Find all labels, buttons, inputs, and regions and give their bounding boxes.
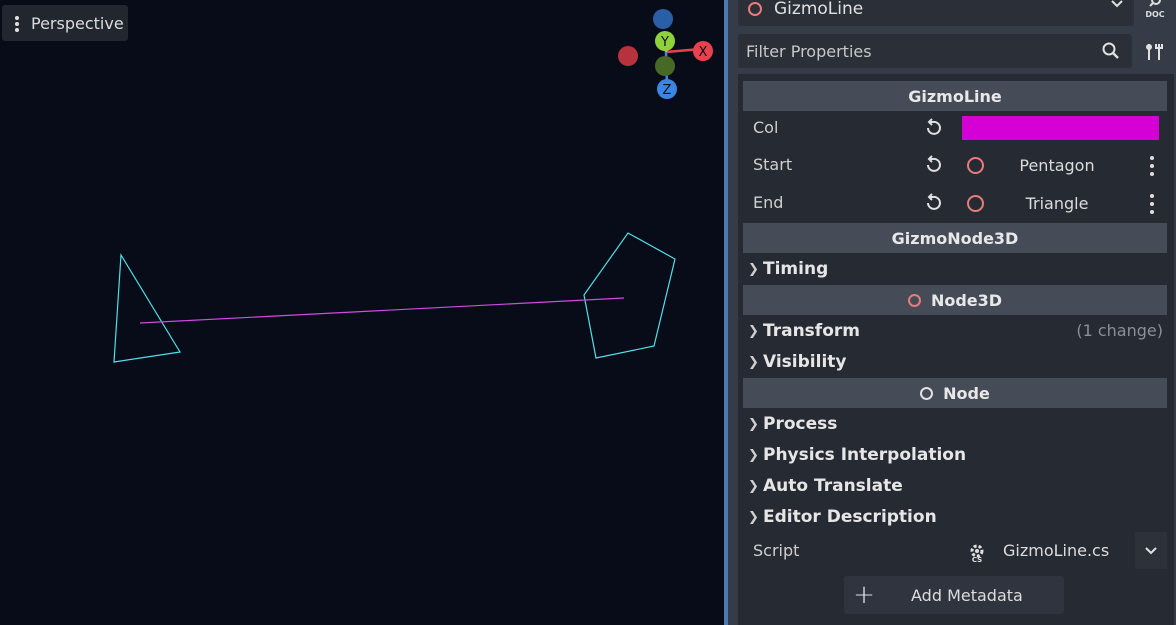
triangle-gizmo [113, 253, 181, 363]
chevron-right-icon: ❯ [748, 509, 759, 525]
end-value: Triangle [1025, 194, 1089, 213]
transform-change-count: (1 change) [1076, 321, 1163, 340]
selected-node-name: GizmoLine [774, 0, 864, 19]
group-editor-description[interactable]: ❯ Editor Description [743, 502, 1167, 532]
section-node3d-title: Node3D [930, 290, 1003, 310]
3d-viewport[interactable]: Y X Z Perspective [0, 0, 724, 625]
plus-icon: + [853, 580, 875, 610]
doc-label: DOC [1145, 10, 1164, 19]
neg-z-axis-handle [653, 9, 673, 29]
start-label: Start [753, 155, 793, 174]
property-end: End Triangle [743, 185, 1167, 221]
add-metadata-label: Add Metadata [911, 585, 1023, 605]
neg-y-axis-handle [655, 56, 675, 76]
revert-icon[interactable] [923, 118, 943, 138]
section-gizmonode3d-title: GizmoNode3D [891, 228, 1019, 248]
group-transform[interactable]: ❯ Transform (1 change) [743, 316, 1167, 346]
group-auto-translate[interactable]: ❯ Auto Translate [743, 471, 1167, 501]
section-gizmoline: GizmoLine [743, 81, 1167, 111]
section-gizmoline-title: GizmoLine [908, 86, 1002, 106]
group-process-label: Process [763, 414, 838, 434]
orientation-gizmo[interactable]: Y X Z [618, 9, 713, 99]
property-script: Script CS GizmoLine.cs [743, 531, 1167, 571]
chevron-right-icon: ❯ [748, 416, 759, 432]
section-node: Node [743, 378, 1167, 408]
end-label: End [753, 193, 784, 212]
group-process[interactable]: ❯ Process [743, 409, 1167, 439]
section-node3d: Node3D [743, 285, 1167, 315]
kebab-menu-icon [2, 5, 30, 41]
chevron-right-icon: ❯ [748, 478, 759, 494]
inspector-dock: GizmoLine DOC GizmoLine [736, 0, 1176, 625]
section-node-title: Node [943, 383, 990, 403]
perspective-menu-button[interactable]: Perspective [2, 5, 128, 41]
filter-properties-input[interactable] [746, 41, 1086, 61]
revert-icon[interactable] [923, 155, 943, 175]
node3d-icon [907, 293, 921, 307]
pentagon-gizmo [583, 232, 676, 359]
start-node-picker[interactable]: Pentagon [957, 149, 1167, 182]
script-dropdown-button[interactable] [1135, 532, 1167, 569]
property-tools-icon[interactable] [1140, 38, 1168, 66]
col-color-picker[interactable] [962, 116, 1159, 140]
filter-properties-field[interactable] [738, 34, 1132, 68]
chevron-right-icon: ❯ [748, 261, 759, 277]
property-col: Col [743, 110, 1167, 146]
group-physics-interpolation[interactable]: ❯ Physics Interpolation [743, 440, 1167, 470]
properties-panel: GizmoLine Col Start Pentagon End Triangl… [738, 74, 1174, 625]
kebab-menu-icon[interactable] [1149, 193, 1155, 215]
gizmo-line [139, 297, 625, 324]
chevron-right-icon: ❯ [748, 354, 759, 370]
start-value: Pentagon [1019, 156, 1095, 175]
chevron-right-icon: ❯ [748, 323, 759, 339]
group-visibility-label: Visibility [763, 352, 847, 372]
perspective-label: Perspective [31, 13, 124, 33]
node3d-icon [967, 157, 984, 174]
group-timing[interactable]: ❯ Timing [743, 254, 1167, 284]
editor-window: Y X Z Perspective GizmoLine DOC Filter P… [0, 0, 1176, 625]
script-label: Script [753, 541, 800, 560]
chevron-down-icon [1145, 547, 1157, 555]
section-gizmonode3d: GizmoNode3D [743, 223, 1167, 253]
scene-canvas: Y X Z [113, 9, 713, 363]
kebab-menu-icon[interactable] [1149, 155, 1155, 177]
group-auto-translate-label: Auto Translate [763, 476, 903, 496]
y-axis-label: Y [660, 35, 669, 50]
object-history-dropdown[interactable]: GizmoLine [738, 0, 1134, 26]
group-transform-label: Transform [763, 321, 860, 341]
doc-search-icon: DOC [1145, 0, 1165, 19]
add-metadata-button[interactable]: + Add Metadata [844, 576, 1064, 614]
node3d-icon [967, 195, 984, 212]
node3d-icon [748, 2, 762, 16]
csharp-script-icon: CS [970, 544, 984, 562]
col-label: Col [753, 118, 779, 137]
script-resource-picker[interactable]: CS GizmoLine.cs [957, 532, 1134, 569]
chevron-down-icon [1111, 0, 1123, 8]
z-axis-label: Z [663, 83, 672, 98]
open-docs-button[interactable]: DOC [1140, 0, 1170, 24]
x-axis-label: X [699, 45, 708, 60]
neg-x-axis-handle [618, 46, 638, 66]
group-timing-label: Timing [763, 259, 829, 279]
node-icon [920, 386, 934, 400]
script-value: GizmoLine.cs [1003, 541, 1110, 560]
property-start: Start Pentagon [743, 147, 1167, 183]
group-physics-interpolation-label: Physics Interpolation [763, 445, 967, 465]
svg-text:CS: CS [972, 556, 982, 562]
search-icon [1102, 42, 1119, 59]
chevron-right-icon: ❯ [748, 447, 759, 463]
end-node-picker[interactable]: Triangle [957, 187, 1167, 220]
group-visibility[interactable]: ❯ Visibility [743, 347, 1167, 377]
dock-gutter [728, 0, 736, 625]
group-editor-description-label: Editor Description [763, 507, 937, 527]
revert-icon[interactable] [923, 193, 943, 213]
